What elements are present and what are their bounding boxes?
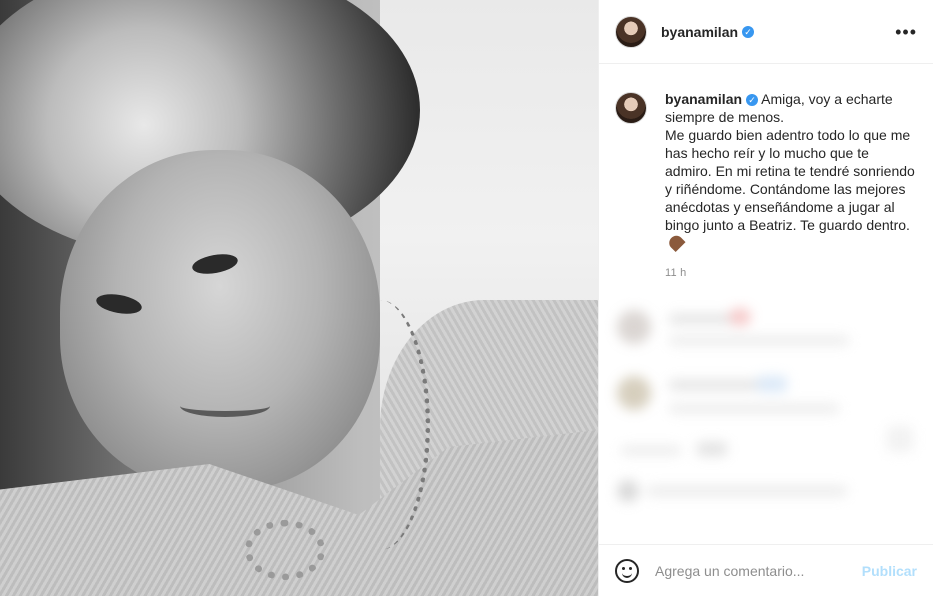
publish-button[interactable]: Publicar <box>862 563 917 579</box>
instagram-post: byanamilan ✓ ••• byanamilan ✓ Amiga, voy … <box>0 0 933 596</box>
comment-line <box>669 404 839 413</box>
comments-blur-overlay <box>607 296 933 544</box>
comment-line <box>697 442 727 456</box>
photo-necklace <box>330 300 430 550</box>
caption: byanamilan ✓ Amiga, voy a echarte siempre… <box>599 64 933 282</box>
more-options-icon[interactable]: ••• <box>895 23 917 41</box>
caption-avatar[interactable] <box>615 92 647 124</box>
comment-line <box>757 376 787 392</box>
caption-username[interactable]: byanamilan <box>665 91 742 107</box>
add-comment-bar: Publicar <box>599 544 933 596</box>
comment-input[interactable] <box>655 562 862 579</box>
comment-line <box>887 426 913 452</box>
comment-avatar <box>617 310 651 344</box>
post-side-panel: byanamilan ✓ ••• byanamilan ✓ Amiga, voy … <box>598 0 933 596</box>
header-avatar[interactable] <box>615 15 647 48</box>
comment-avatar <box>617 376 651 410</box>
header-username[interactable]: byanamilan <box>661 24 738 40</box>
photo-mouth <box>180 395 270 417</box>
post-photo[interactable] <box>0 0 598 596</box>
comment-avatar <box>617 480 639 502</box>
comment-line <box>669 336 849 345</box>
post-timestamp[interactable]: 11 h <box>665 264 917 282</box>
photo-bracelet <box>245 520 325 580</box>
blurred-comments <box>599 296 933 544</box>
caption-body: byanamilan ✓ Amiga, voy a echarte siempre… <box>665 90 917 282</box>
comment-line <box>647 486 847 496</box>
smiley-icon[interactable] <box>615 558 639 583</box>
comment-line <box>729 308 751 326</box>
brown-heart-icon <box>666 232 686 253</box>
verified-badge-icon: ✓ <box>746 94 759 106</box>
comment-line <box>621 446 681 455</box>
verified-badge-icon: ✓ <box>742 25 755 38</box>
caption-text: Amiga, voy a echarte siempre de menos. M… <box>665 91 915 233</box>
post-header: byanamilan ✓ ••• <box>599 0 933 64</box>
